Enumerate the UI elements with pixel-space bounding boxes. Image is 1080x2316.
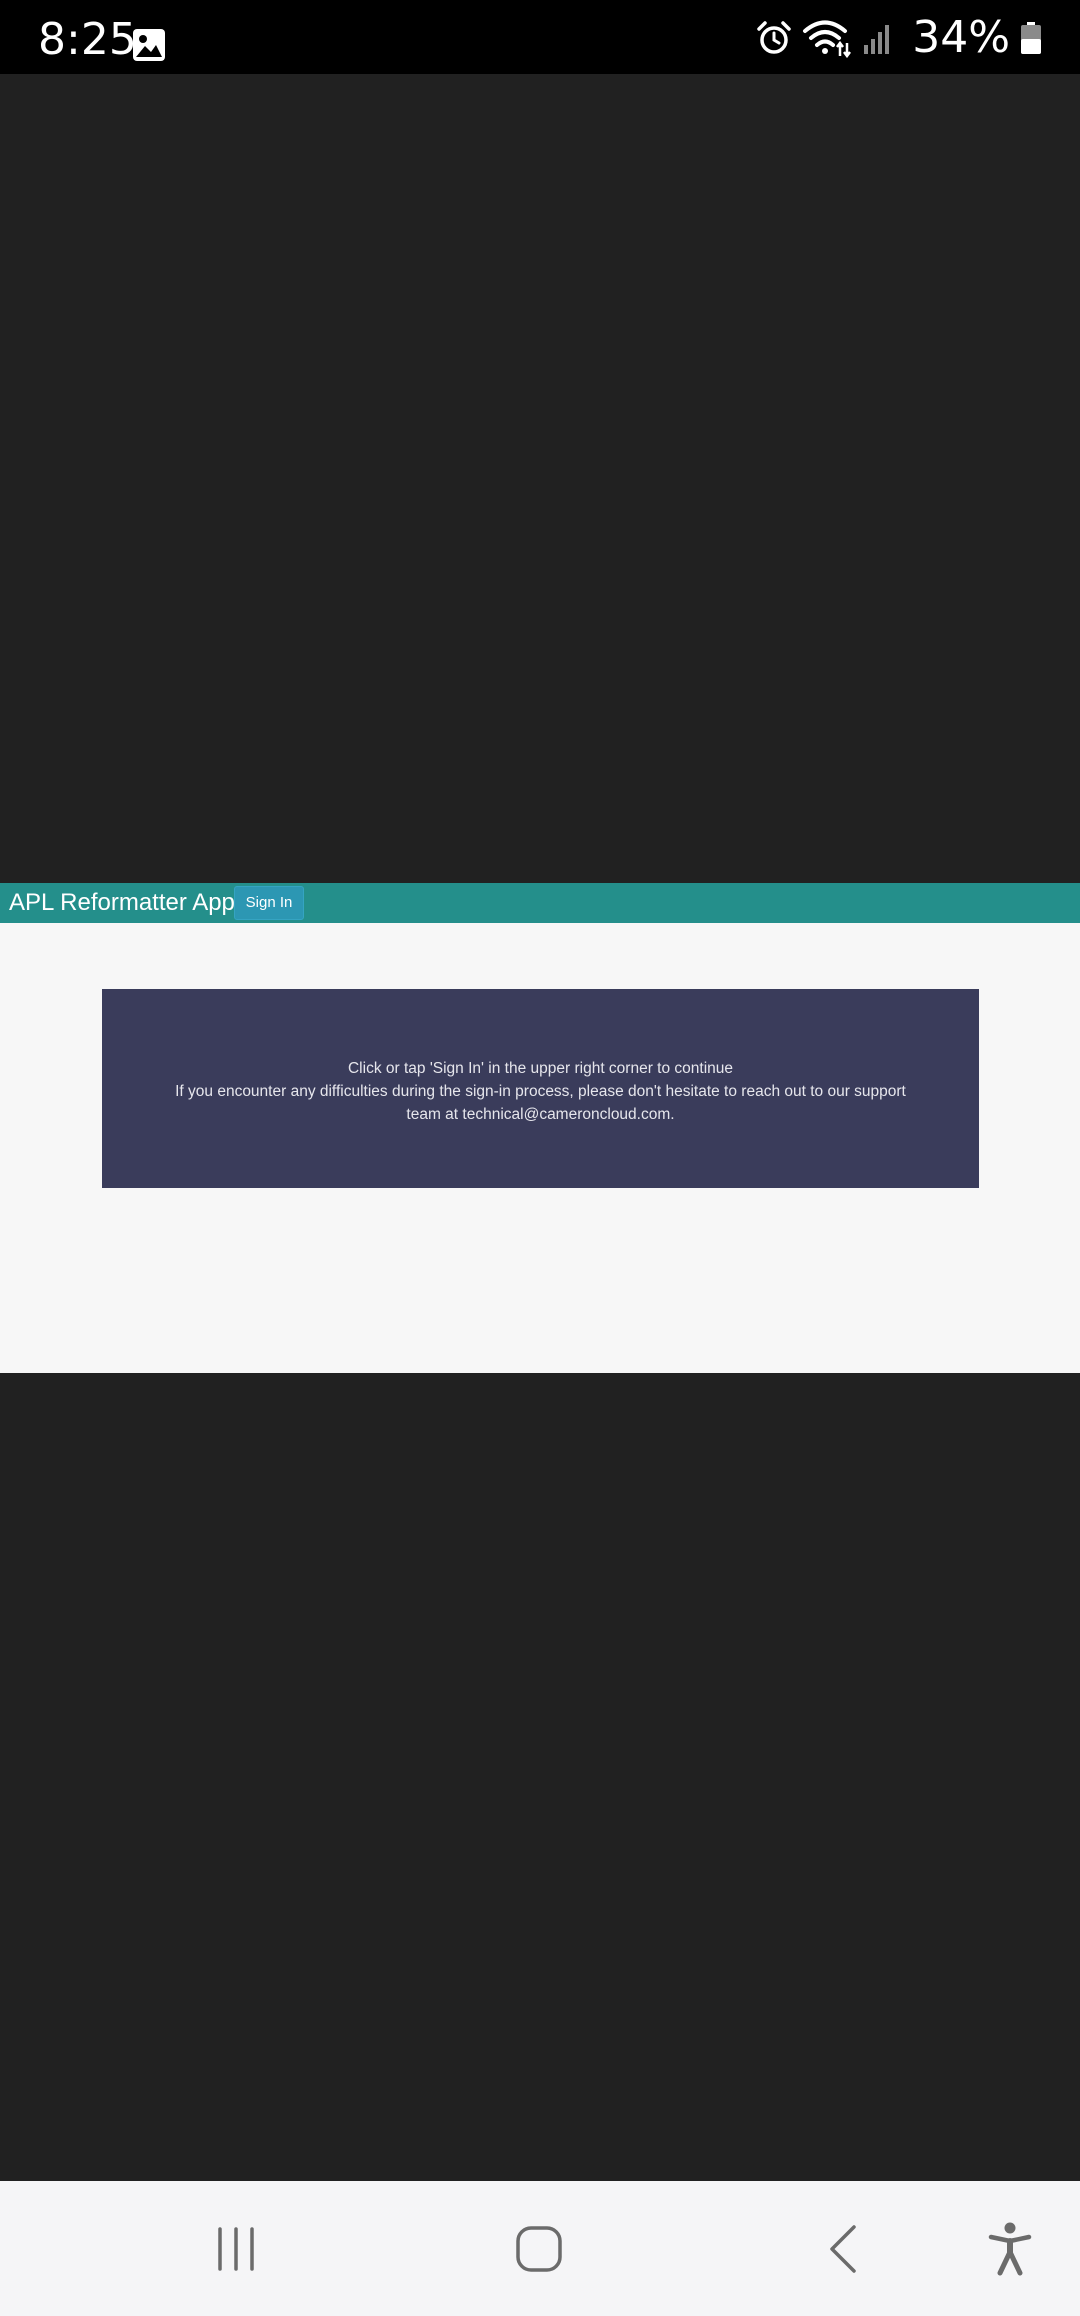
navigation-bar [0,2181,1080,2316]
alarm-icon [757,21,791,54]
status-icons: 34% [756,16,1042,60]
battery-percent: 34% [912,12,1010,63]
sign-in-button[interactable]: Sign In [234,886,304,920]
sign-in-info-panel: Click or tap 'Sign In' in the upper righ… [102,989,979,1188]
accessibility-button[interactable] [970,2181,1050,2316]
wifi-icon [803,20,852,58]
gallery-icon [133,29,165,61]
app-content: APL Reformatter App Sign In Click or tap… [0,883,1080,1373]
status-bar: 8:25 34% [0,0,1080,74]
status-time: 8:25 [38,14,137,65]
back-button[interactable] [803,2181,883,2316]
info-line-2: If you encounter any difficulties during… [175,1083,906,1123]
recents-icon [218,2226,254,2271]
app-title: APL Reformatter App [9,889,235,916]
app-header: APL Reformatter App Sign In [0,883,1080,923]
signal-icon [864,25,890,54]
recents-button[interactable] [196,2181,276,2316]
info-line-1: Click or tap 'Sign In' in the upper righ… [347,1060,734,1077]
home-icon [516,2225,562,2272]
battery-icon [1021,22,1041,54]
home-button[interactable] [499,2181,579,2316]
back-icon [830,2224,856,2273]
accessibility-icon [988,2222,1032,2275]
